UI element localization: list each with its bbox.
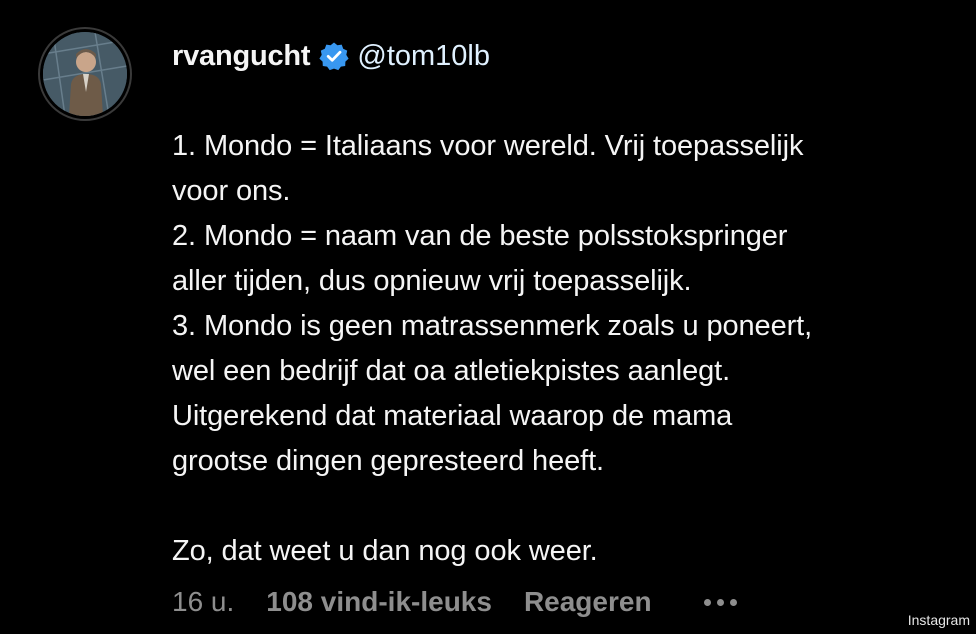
- dot: [729, 598, 737, 606]
- likes-count[interactable]: 108 vind-ik-leuks: [266, 586, 492, 618]
- caption-line: grootse dingen gepresteerd heeft.: [172, 445, 605, 477]
- caption-line: 1. Mondo = Italiaans voor wereld. Vrij t…: [172, 130, 804, 162]
- verified-badge-icon: [319, 41, 349, 71]
- avatar[interactable]: [43, 32, 127, 116]
- more-options-icon[interactable]: [703, 592, 737, 612]
- dot: [716, 598, 724, 606]
- post-footer: 16 u. 108 vind-ik-leuks Reageren: [172, 582, 737, 622]
- reply-button[interactable]: Reageren: [524, 586, 652, 618]
- instagram-watermark: Instagram: [907, 612, 970, 628]
- post-caption: 1. Mondo = Italiaans voor wereld. Vrij t…: [172, 124, 962, 574]
- caption-line: wel een bedrijf dat oa atletiekpistes aa…: [172, 355, 731, 387]
- dot: [703, 598, 711, 606]
- avatar-ring[interactable]: [38, 27, 132, 121]
- mention-link[interactable]: @tom10lb: [357, 40, 490, 73]
- caption-line: aller tijden, dus opnieuw vrij toepassel…: [172, 265, 692, 297]
- username[interactable]: rvangucht: [172, 40, 311, 73]
- caption-line: voor ons.: [172, 175, 291, 207]
- avatar-photo: [43, 32, 127, 116]
- caption-line: Uitgerekend dat materiaal waarop de mama: [172, 400, 733, 432]
- post-header: rvangucht @tom10lb: [172, 36, 490, 76]
- caption-line: Zo, dat weet u dan nog ook weer.: [172, 535, 598, 567]
- caption-line: 2. Mondo = naam van de beste polsstokspr…: [172, 220, 788, 252]
- timestamp[interactable]: 16 u.: [172, 586, 234, 618]
- caption-line: 3. Mondo is geen matrassenmerk zoals u p…: [172, 310, 813, 342]
